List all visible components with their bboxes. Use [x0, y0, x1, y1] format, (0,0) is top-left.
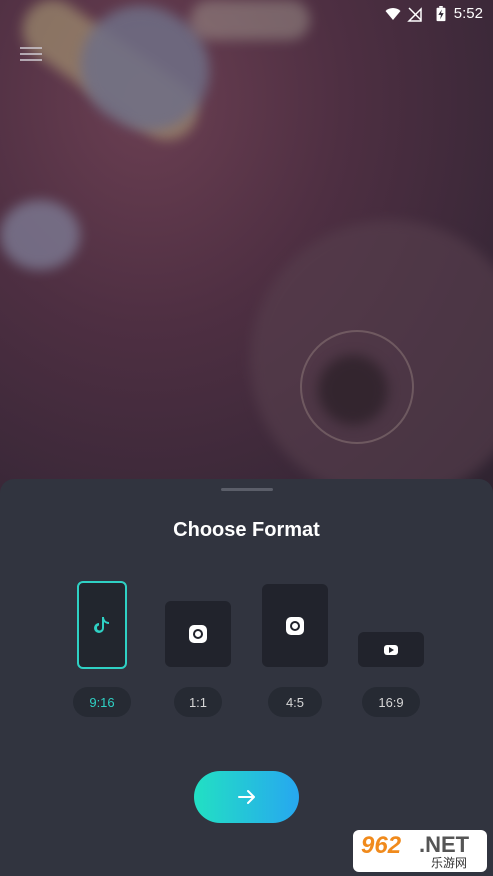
- arrow-right-icon: [237, 790, 255, 804]
- format-card-9-16[interactable]: [77, 581, 127, 669]
- no-signal-icon: [407, 7, 422, 22]
- hamburger-menu-icon[interactable]: [20, 47, 42, 65]
- status-bar: 5:52: [0, 0, 493, 28]
- next-button[interactable]: [194, 771, 299, 823]
- background-photo: [0, 0, 493, 500]
- format-card-1-1[interactable]: [165, 601, 231, 667]
- youtube-icon: [384, 644, 398, 655]
- light-blob: [0, 200, 80, 270]
- format-sheet: Choose Format 9:16 1:1 4:5 16:9: [0, 479, 493, 876]
- status-time: 5:52: [453, 5, 483, 22]
- ratio-label-9-16[interactable]: 9:16: [73, 687, 131, 717]
- watermark-brand: 962: [361, 832, 402, 859]
- battery-charging-icon: [436, 6, 446, 22]
- instagram-icon: [286, 616, 304, 635]
- watermark-subtitle: 乐游网: [431, 856, 468, 870]
- ratio-label-1-1[interactable]: 1:1: [174, 687, 222, 717]
- wifi-icon: [385, 8, 401, 20]
- sheet-title: Choose Format: [173, 519, 320, 541]
- watermark-logo: 962 .NET 乐游网: [353, 830, 487, 872]
- eye-iris: [318, 355, 388, 425]
- instagram-icon: [189, 625, 207, 643]
- tiktok-icon: [94, 617, 109, 633]
- ratio-label-4-5[interactable]: 4:5: [268, 687, 322, 717]
- format-card-4-5[interactable]: [262, 584, 328, 667]
- format-card-16-9[interactable]: [358, 632, 424, 667]
- ratio-label-16-9[interactable]: 16:9: [362, 687, 420, 717]
- sheet-drag-handle[interactable]: [221, 488, 273, 491]
